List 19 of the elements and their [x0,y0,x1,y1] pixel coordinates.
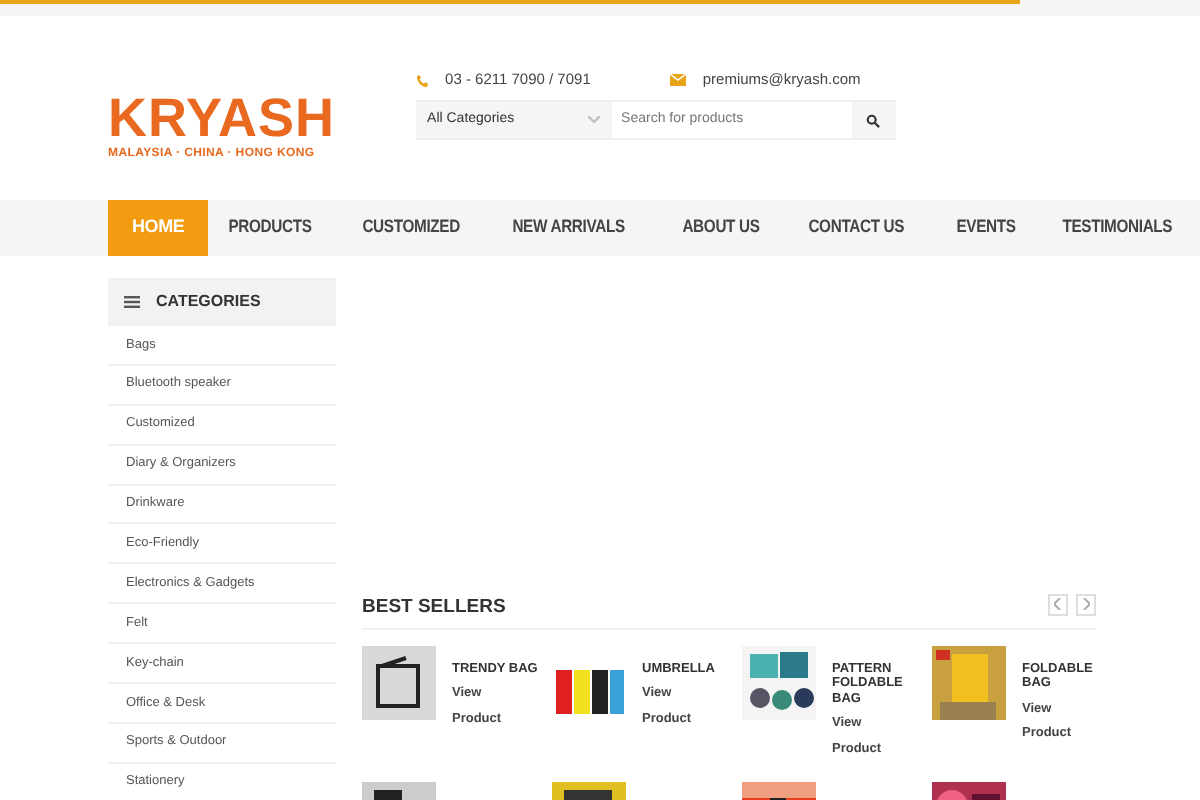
search-icon [866,113,881,127]
nav-link[interactable]: TESTIMONIALS [1042,200,1193,256]
chevron-right-icon [1082,598,1090,611]
sidebar-title: CATEGORIES [156,290,261,314]
menu-icon [124,296,140,308]
envelope-icon [670,74,687,86]
nav-link[interactable]: EVENTS [936,200,1037,256]
nav-link[interactable]: ABOUT US [661,200,780,256]
phone-icon [415,73,430,87]
nav-link[interactable]: CUSTOMIZED [342,200,481,256]
search-button[interactable] [851,100,896,140]
section-title: BEST SELLERS [362,594,506,622]
nav-link[interactable]: NEW ARRIVALS [492,200,647,256]
nav-link[interactable]: PRODUCTS [208,200,333,256]
chevron-left-icon [1054,598,1062,611]
next-button[interactable] [1076,594,1096,616]
nav-link[interactable]: CONTACT US [787,200,925,256]
chevron-down-icon [587,116,600,124]
previous-button[interactable] [1048,594,1068,616]
